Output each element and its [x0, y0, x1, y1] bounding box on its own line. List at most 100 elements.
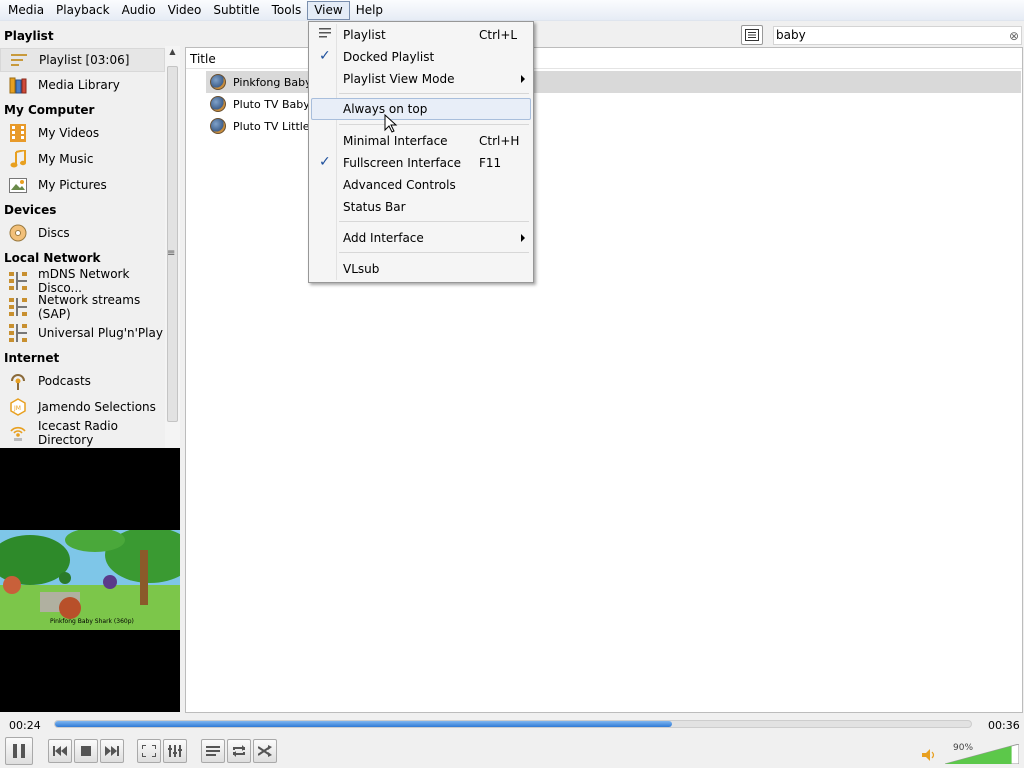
globe-icon [210, 96, 226, 112]
toggle-playlist-button[interactable] [201, 739, 225, 763]
menu-separator [339, 93, 529, 94]
menu-item-always-on-top[interactable]: Always on top [311, 98, 531, 120]
section-playlist: Playlist [4, 29, 54, 43]
menu-item-docked-playlist[interactable]: ✓ Docked Playlist [311, 46, 531, 68]
search-input[interactable] [776, 28, 996, 42]
podcast-icon [8, 371, 28, 391]
playlist-view-toggle-button[interactable] [741, 25, 763, 45]
sidebar-item-my-pictures[interactable]: My Pictures [0, 173, 165, 197]
menu-view[interactable]: View [307, 0, 350, 20]
stop-button[interactable] [74, 739, 98, 763]
menu-media[interactable]: Media [2, 1, 50, 20]
globe-icon [210, 74, 226, 90]
search-field[interactable]: ⊗ [773, 26, 1022, 45]
menu-playback[interactable]: Playback [50, 1, 116, 20]
elapsed-time: 00:24 [9, 719, 41, 732]
sidebar-item-podcasts[interactable]: Podcasts [0, 369, 165, 393]
menu-item-add-interface[interactable]: Add Interface [311, 227, 531, 249]
previous-icon [53, 746, 67, 756]
view-menu-dropdown: Playlist Ctrl+L ✓ Docked Playlist Playli… [308, 21, 534, 283]
sidebar-item-label: Icecast Radio Directory [38, 419, 118, 447]
pause-button[interactable] [5, 737, 33, 765]
menu-item-advanced-controls[interactable]: Advanced Controls [311, 174, 531, 196]
sidebar-scrollbar[interactable]: ▲ ≡ ▼ [165, 46, 180, 458]
disc-icon [8, 223, 28, 243]
menu-tools[interactable]: Tools [266, 1, 308, 20]
sidebar-item-media-library[interactable]: Media Library [0, 73, 165, 97]
picture-icon [8, 175, 28, 195]
jamendo-icon: JM [8, 397, 28, 417]
menu-video[interactable]: Video [162, 1, 208, 20]
menu-item-status-bar[interactable]: Status Bar [311, 196, 531, 218]
submenu-arrow-icon [521, 75, 525, 83]
seek-bar[interactable] [54, 720, 972, 728]
menu-item-fullscreen-interface[interactable]: ✓ Fullscreen Interface F11 [311, 152, 531, 174]
network-icon [8, 323, 28, 343]
sidebar-item-my-music[interactable]: My Music [0, 147, 165, 171]
shuffle-icon [258, 745, 272, 757]
loop-button[interactable] [227, 739, 251, 763]
sidebar-item-icecast[interactable]: Icecast Radio Directory [0, 419, 165, 447]
checkmark-icon: ✓ [319, 154, 331, 170]
equalizer-icon [168, 745, 182, 757]
menu-bar: Media Playback Audio Video Subtitle Tool… [0, 0, 1024, 21]
menu-item-vlsub[interactable]: VLsub [311, 258, 531, 280]
loop-icon [233, 745, 245, 757]
total-time[interactable]: 00:36 [988, 719, 1020, 732]
menu-separator [339, 221, 529, 222]
resize-grip-icon: ≡ [167, 248, 176, 259]
fullscreen-button[interactable] [137, 739, 161, 763]
sidebar-item-label: mDNS Network Disco... [38, 267, 130, 295]
menu-separator [339, 124, 529, 125]
network-icon [8, 297, 28, 317]
radio-icon [8, 423, 28, 443]
video-preview[interactable]: Pinkfong Baby Shark (360p) [0, 448, 180, 712]
seek-progress [55, 721, 673, 727]
sidebar-item-label: Universal Plug'n'Play [38, 326, 163, 340]
fullscreen-icon [142, 745, 156, 757]
section-local-network: Local Network [4, 251, 101, 265]
sidebar-item-my-videos[interactable]: My Videos [0, 121, 165, 145]
volume-slider[interactable] [945, 744, 1019, 764]
scroll-up-arrow-icon[interactable]: ▲ [167, 46, 178, 58]
submenu-arrow-icon [521, 234, 525, 242]
sidebar-item-discs[interactable]: Discs [0, 221, 165, 245]
menu-item-playlist-view-mode[interactable]: Playlist View Mode [311, 68, 531, 90]
playlist-row[interactable]: Pluto TV BabyF [206, 93, 316, 115]
globe-icon [210, 118, 226, 134]
menu-item-minimal-interface[interactable]: Minimal Interface Ctrl+H [311, 130, 531, 152]
sidebar-item-playlist[interactable]: Playlist [03:06] [0, 48, 165, 72]
sidebar-item-label: My Pictures [38, 178, 107, 192]
speaker-icon[interactable] [922, 749, 936, 761]
menu-help[interactable]: Help [350, 1, 389, 20]
sidebar-item-label: My Music [38, 152, 94, 166]
menu-audio[interactable]: Audio [116, 1, 162, 20]
column-title[interactable]: Title [190, 52, 216, 66]
list-icon [745, 29, 759, 41]
extended-settings-button[interactable] [163, 739, 187, 763]
sidebar-item-mdns[interactable]: mDNS Network Disco... [0, 267, 165, 295]
sidebar: Playlist Playlist [03:06] Media Library … [0, 24, 181, 458]
menu-item-playlist[interactable]: Playlist Ctrl+L [311, 24, 531, 46]
playlist-row-title: Pluto TV BabyF [233, 97, 317, 111]
media-library-icon [8, 75, 28, 95]
sidebar-item-label: Media Library [38, 78, 120, 92]
mouse-cursor-icon [384, 114, 398, 133]
film-icon [8, 123, 28, 143]
menu-subtitle[interactable]: Subtitle [207, 1, 265, 20]
next-button[interactable] [100, 739, 124, 763]
sidebar-item-jamendo[interactable]: JM Jamendo Selections [0, 395, 165, 419]
clear-search-icon[interactable]: ⊗ [1009, 28, 1019, 45]
svg-text:JM: JM [13, 405, 21, 412]
playlist-icon [206, 746, 220, 756]
previous-button[interactable] [48, 739, 72, 763]
sidebar-item-sap[interactable]: Network streams (SAP) [0, 293, 165, 321]
menu-separator [339, 252, 529, 253]
scroll-thumb[interactable] [167, 66, 178, 422]
playlist-row[interactable]: Pluto TV Little B [206, 115, 321, 137]
shuffle-button[interactable] [253, 739, 277, 763]
sidebar-item-label: Discs [38, 226, 70, 240]
sidebar-item-label: Network streams (SAP) [38, 293, 141, 321]
sidebar-item-label: Playlist [03:06] [39, 53, 130, 67]
sidebar-item-upnp[interactable]: Universal Plug'n'Play [0, 321, 165, 345]
